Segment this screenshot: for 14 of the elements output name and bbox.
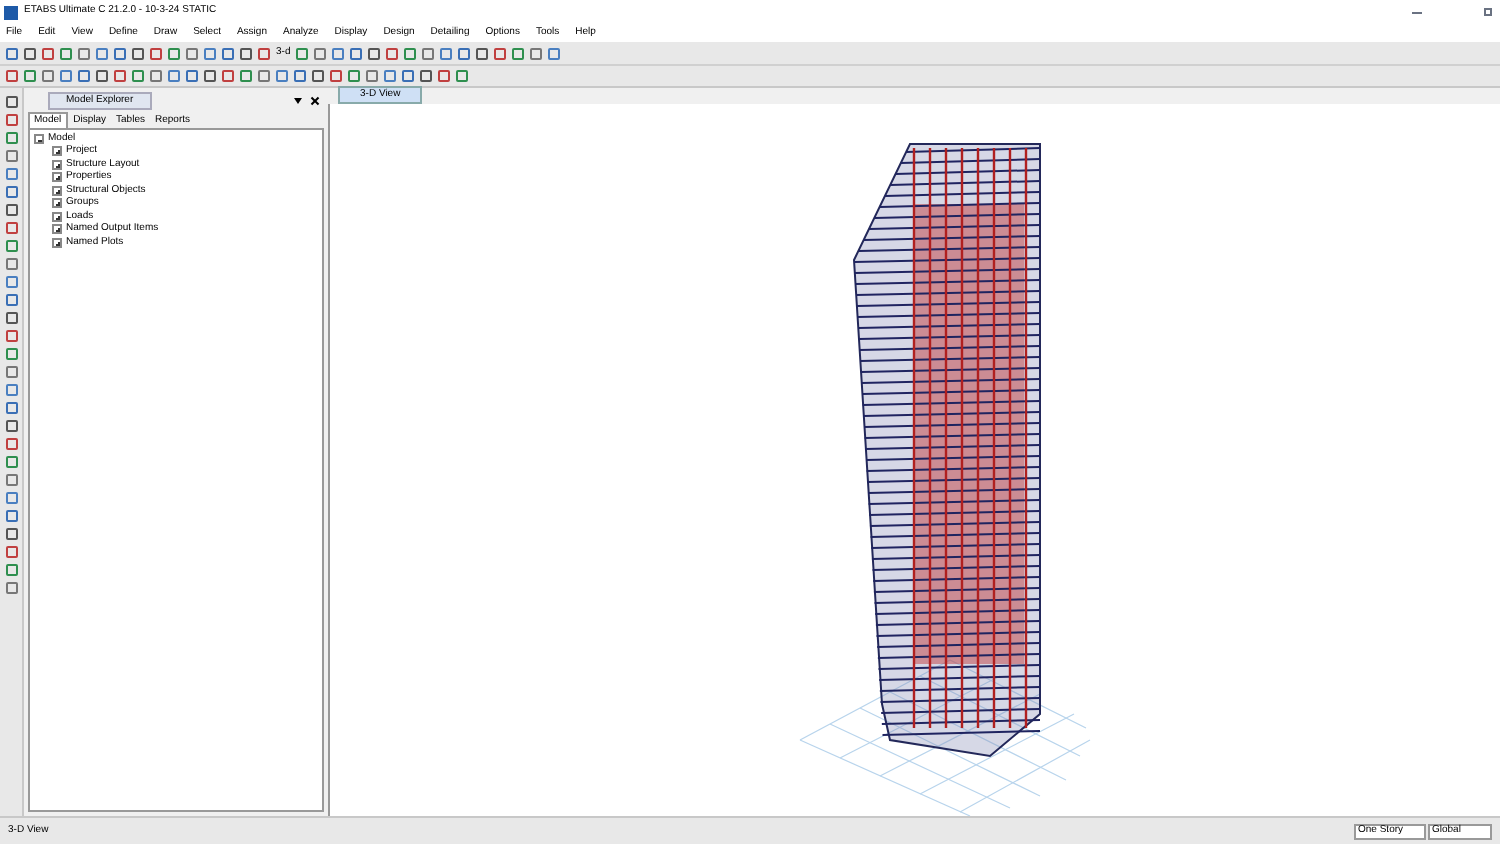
expand-icon[interactable] <box>52 172 62 183</box>
expand-icon[interactable] <box>52 198 62 209</box>
expand-icon[interactable] <box>52 185 62 196</box>
dropdown-caret-icon[interactable] <box>294 98 302 104</box>
minimize-icon[interactable] <box>1412 11 1422 13</box>
expand-icon[interactable] <box>52 237 62 248</box>
expand-icon[interactable] <box>52 146 62 157</box>
maximize-icon[interactable] <box>1484 8 1492 16</box>
expand-icon[interactable] <box>52 224 62 235</box>
expand-icon[interactable] <box>52 211 62 222</box>
expand-icon[interactable] <box>52 159 62 170</box>
collapse-icon[interactable] <box>34 133 44 144</box>
app-logo-icon <box>4 5 18 19</box>
close-icon[interactable] <box>310 96 320 106</box>
